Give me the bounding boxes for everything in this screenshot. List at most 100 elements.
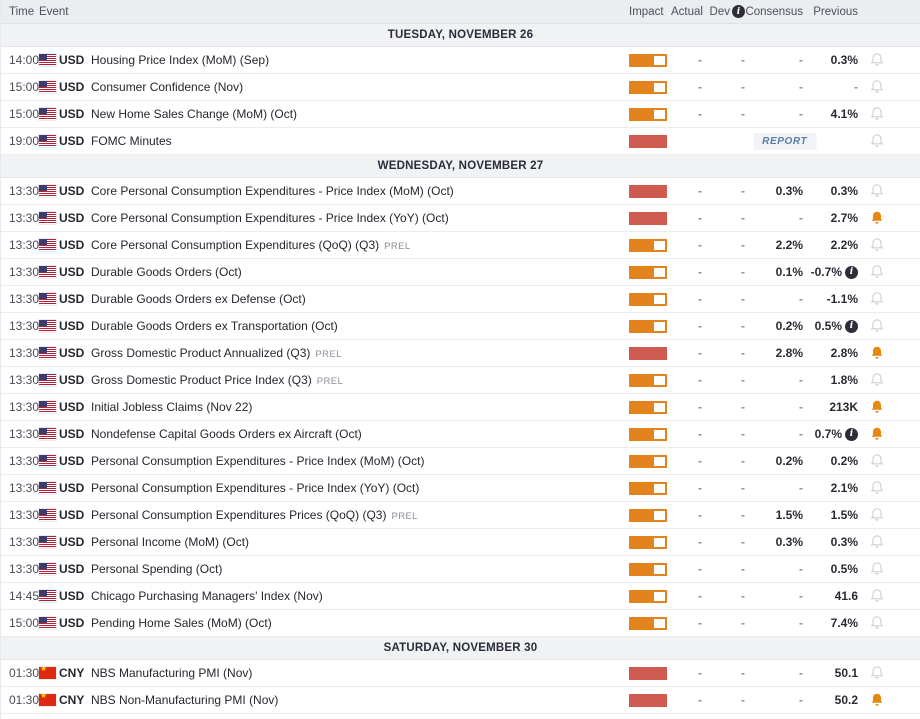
event-name[interactable]: NBS Non-Manufacturing PMI (Nov): [91, 693, 625, 707]
event-name[interactable]: Personal Spending (Oct): [91, 562, 625, 576]
event-name[interactable]: New Home Sales Change (MoM) (Oct): [91, 107, 625, 121]
previous-value: 50.2 i: [803, 693, 858, 707]
event-row[interactable]: 13:30 USD Durable Goods Orders ex Transp…: [1, 313, 920, 340]
country-flag-icon: [39, 266, 59, 278]
event-row[interactable]: 13:30 USD Personal Spending (Oct) - - - …: [1, 556, 920, 583]
revision-info-icon[interactable]: i: [845, 266, 858, 279]
notification-bell-icon[interactable]: [858, 318, 896, 334]
event-name[interactable]: Pending Home Sales (MoM) (Oct): [91, 616, 625, 630]
event-name[interactable]: Gross Domestic Product Price Index (Q3)P…: [91, 373, 625, 387]
notification-bell-icon[interactable]: [858, 665, 896, 681]
event-name[interactable]: Chicago Purchasing Managers' Index (Nov): [91, 589, 625, 603]
notification-bell-icon[interactable]: [858, 237, 896, 253]
event-name[interactable]: Consumer Confidence (Nov): [91, 80, 625, 94]
event-name[interactable]: Durable Goods Orders ex Defense (Oct): [91, 292, 625, 306]
deviation-value: -: [702, 107, 745, 121]
previous-value: 0.7% i: [803, 427, 858, 441]
event-name[interactable]: NBS Manufacturing PMI (Nov): [91, 666, 625, 680]
event-row[interactable]: 13:30 USD Nondefense Capital Goods Order…: [1, 421, 920, 448]
previous-value: -0.7% i: [803, 265, 858, 279]
event-name[interactable]: FOMC Minutes: [91, 134, 625, 148]
previous-value: 41.6 i: [803, 589, 858, 603]
event-name[interactable]: Personal Consumption Expenditures Prices…: [91, 508, 625, 522]
notification-bell-icon[interactable]: [858, 588, 896, 604]
event-row[interactable]: 13:30 USD Core Personal Consumption Expe…: [1, 178, 920, 205]
notification-bell-icon[interactable]: [858, 399, 896, 415]
event-row[interactable]: 13:30 USD Personal Consumption Expenditu…: [1, 448, 920, 475]
event-row[interactable]: 13:30 USD Personal Consumption Expenditu…: [1, 475, 920, 502]
event-row[interactable]: 13:30 USD Initial Jobless Claims (Nov 22…: [1, 394, 920, 421]
event-row[interactable]: 13:30 USD Gross Domestic Product Annuali…: [1, 340, 920, 367]
event-row[interactable]: 13:30 USD Gross Domestic Product Price I…: [1, 367, 920, 394]
event-row[interactable]: 01:30 CNY NBS Non-Manufacturing PMI (Nov…: [1, 687, 920, 714]
consensus-value: 0.2%: [745, 454, 803, 468]
revision-info-icon[interactable]: i: [845, 428, 858, 441]
event-row[interactable]: 15:00 USD Consumer Confidence (Nov) - - …: [1, 74, 920, 101]
notification-bell-icon[interactable]: [858, 291, 896, 307]
notification-bell-icon[interactable]: [858, 534, 896, 550]
event-name[interactable]: Housing Price Index (MoM) (Sep): [91, 53, 625, 67]
event-row[interactable]: 13:30 USD Durable Goods Orders (Oct) - -…: [1, 259, 920, 286]
notification-bell-icon[interactable]: [858, 615, 896, 631]
event-row[interactable]: 13:30 USD Core Personal Consumption Expe…: [1, 232, 920, 259]
actual-value: -: [671, 666, 702, 680]
event-row[interactable]: 13:30 USD Durable Goods Orders ex Defens…: [1, 286, 920, 313]
event-name[interactable]: Core Personal Consumption Expenditures (…: [91, 238, 625, 252]
deviation-value: -: [702, 346, 745, 360]
event-name[interactable]: Durable Goods Orders ex Transportation (…: [91, 319, 625, 333]
event-name[interactable]: Personal Income (MoM) (Oct): [91, 535, 625, 549]
deviation-value: -: [702, 666, 745, 680]
currency-code: USD: [59, 184, 91, 198]
event-name[interactable]: Personal Consumption Expenditures - Pric…: [91, 481, 625, 495]
notification-bell-icon[interactable]: [858, 561, 896, 577]
consensus-value: -: [745, 211, 803, 225]
event-name[interactable]: Core Personal Consumption Expenditures -…: [91, 184, 625, 198]
country-flag-icon: [39, 54, 59, 66]
notification-bell-icon[interactable]: [858, 52, 896, 68]
event-row[interactable]: 14:45 USD Chicago Purchasing Managers' I…: [1, 583, 920, 610]
event-name[interactable]: Nondefense Capital Goods Orders ex Aircr…: [91, 427, 625, 441]
impact-indicator: [625, 509, 671, 522]
revision-info-icon[interactable]: i: [845, 320, 858, 333]
country-flag-icon: [39, 374, 59, 386]
event-name[interactable]: Core Personal Consumption Expenditures -…: [91, 211, 625, 225]
report-link[interactable]: REPORT: [753, 133, 816, 150]
notification-bell-icon[interactable]: [858, 426, 896, 442]
deviation-value: -: [702, 562, 745, 576]
notification-bell-icon[interactable]: [858, 345, 896, 361]
event-row[interactable]: 13:30 USD Personal Consumption Expenditu…: [1, 502, 920, 529]
notification-bell-icon[interactable]: [858, 79, 896, 95]
notification-bell-icon[interactable]: [858, 453, 896, 469]
event-row[interactable]: 01:30 CNY NBS Manufacturing PMI (Nov) - …: [1, 660, 920, 687]
notification-bell-icon[interactable]: [858, 133, 896, 149]
notification-bell-icon[interactable]: [858, 692, 896, 708]
actual-value: -: [671, 346, 702, 360]
event-row[interactable]: 15:00 USD Pending Home Sales (MoM) (Oct)…: [1, 610, 920, 637]
notification-bell-icon[interactable]: [858, 480, 896, 496]
event-row[interactable]: 19:00 USD FOMC Minutes i REPORT: [1, 128, 920, 155]
notification-bell-icon[interactable]: [858, 210, 896, 226]
notification-bell-icon[interactable]: [858, 507, 896, 523]
impact-indicator: [625, 81, 671, 94]
event-time: 01:30: [9, 666, 39, 680]
notification-bell-icon[interactable]: [858, 264, 896, 280]
event-row[interactable]: 14:00 USD Housing Price Index (MoM) (Sep…: [1, 47, 920, 74]
actual-value: -: [671, 400, 702, 414]
notification-bell-icon[interactable]: [858, 372, 896, 388]
event-row[interactable]: 13:30 USD Personal Income (MoM) (Oct) - …: [1, 529, 920, 556]
actual-value: -: [671, 373, 702, 387]
impact-indicator: [625, 239, 671, 252]
impact-indicator: [625, 135, 671, 148]
notification-bell-icon[interactable]: [858, 183, 896, 199]
notification-bell-icon[interactable]: [858, 106, 896, 122]
event-name[interactable]: Personal Consumption Expenditures - Pric…: [91, 454, 625, 468]
event-name[interactable]: Gross Domestic Product Annualized (Q3)PR…: [91, 346, 625, 360]
event-name[interactable]: Durable Goods Orders (Oct): [91, 265, 625, 279]
dev-info-icon[interactable]: i: [732, 5, 745, 18]
event-row[interactable]: 13:30 USD Core Personal Consumption Expe…: [1, 205, 920, 232]
event-row[interactable]: 15:00 USD New Home Sales Change (MoM) (O…: [1, 101, 920, 128]
country-flag-icon: [39, 293, 59, 305]
event-name[interactable]: Initial Jobless Claims (Nov 22): [91, 400, 625, 414]
deviation-value: -: [702, 535, 745, 549]
actual-value: -: [671, 53, 702, 67]
